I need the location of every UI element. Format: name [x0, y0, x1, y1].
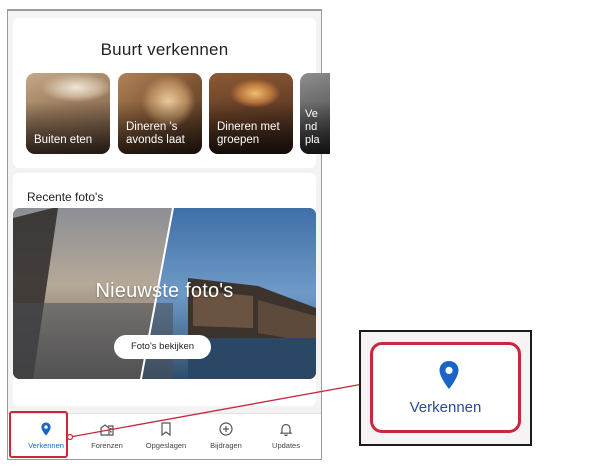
section-title-recent-photos: Recente foto's [27, 190, 104, 204]
add-circle-icon [219, 422, 233, 436]
recent-photos-card: Recente foto's Nieuwste foto's Foto's be… [13, 173, 316, 406]
nav-item-commute[interactable]: Forenzen [77, 414, 137, 459]
category-tile-late-dining[interactable]: Dineren 's avonds laat [118, 73, 202, 154]
nav-label: Opgeslagen [145, 441, 187, 450]
nav-item-contribute[interactable]: Bijdragen [196, 414, 256, 459]
section-title-explore: Buurt verkennen [100, 40, 229, 59]
nav-label: Updates [272, 441, 300, 450]
commute-icon [100, 424, 114, 436]
nav-label: Bijdragen [210, 441, 242, 450]
nav-label: Forenzen [91, 441, 123, 450]
explore-nearby-card: Buurt verkennen Buiten eten Dineren 's a… [13, 18, 330, 168]
bell-icon [279, 423, 293, 437]
zoom-callout: Verkennen [359, 330, 532, 446]
tile-label: Dineren 's avonds laat [126, 121, 185, 146]
zoom-callout-highlight: Verkennen [370, 342, 521, 433]
tile-label: Ve nd pla [305, 108, 320, 146]
location-pin-icon [439, 361, 459, 389]
category-tile-group-dining[interactable]: Dineren met groepen [209, 73, 293, 154]
figure: Buurt verkennen Buiten eten Dineren 's a… [0, 0, 603, 474]
banner-title: Nieuwste foto's [95, 280, 234, 302]
nav-item-saved[interactable]: Opgeslagen [136, 414, 196, 459]
nav-item-updates[interactable]: Updates [256, 414, 316, 459]
zoom-callout-label: Verkennen [409, 399, 482, 416]
highlight-box-explore [9, 411, 68, 458]
tile-label: Dineren met groepen [217, 121, 280, 146]
phone-screen: Buurt verkennen Buiten eten Dineren 's a… [7, 9, 330, 460]
latest-photos-banner[interactable]: Nieuwste foto's Foto's bekijken [13, 208, 316, 379]
category-tile-outdoor-dining[interactable]: Buiten eten [26, 73, 110, 154]
category-tile-partial[interactable]: Ve nd pla [300, 73, 330, 154]
view-photos-button[interactable]: Foto's bekijken [114, 335, 211, 359]
tile-label: Buiten eten [34, 134, 93, 146]
bookmark-icon [161, 422, 171, 437]
